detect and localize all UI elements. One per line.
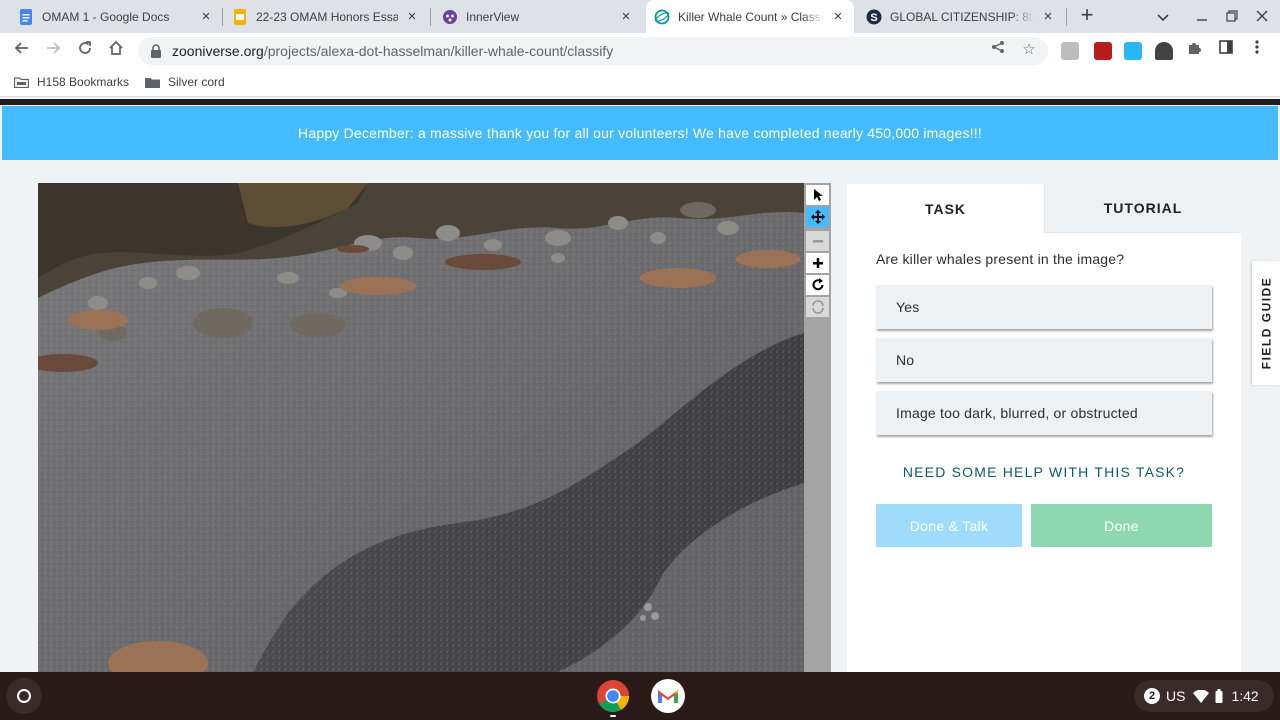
task-question: Are killer whales present in the image? [876, 251, 1125, 267]
done-button[interactable]: Done [1031, 504, 1212, 547]
tab-title: 22-23 OMAM Honors Essay [256, 9, 398, 24]
innerview-icon [442, 9, 458, 25]
banner-text: Happy December: a massive thank you for … [298, 125, 982, 141]
tab-title: InnerView [466, 9, 520, 24]
reset-icon[interactable] [806, 297, 829, 317]
close-tab-icon[interactable]: × [1040, 8, 1056, 25]
tab-title: OMAM 1 - Google Docs [42, 9, 170, 24]
close-tab-icon[interactable]: × [404, 8, 420, 25]
tab-honors-essay[interactable]: 22-23 OMAM Honors Essay × [224, 0, 428, 33]
tab-title: GLOBAL CITIZENSHIP: 8th Hour [890, 9, 1034, 24]
tab-innerview[interactable]: InnerView × [434, 0, 642, 33]
google-slides-icon [232, 8, 248, 25]
extension-shield-icon[interactable] [1094, 42, 1112, 60]
task-panel: TASK TUTORIAL Are killer whales present … [847, 184, 1241, 672]
answer-label: Yes [896, 299, 920, 315]
rotate-icon[interactable] [806, 275, 829, 295]
extensions-puzzle-icon[interactable] [1184, 40, 1204, 60]
launcher-button[interactable] [6, 678, 42, 714]
tab-tutorial[interactable]: TUTORIAL [1044, 184, 1241, 233]
folder-icon [145, 77, 160, 88]
zooniverse-icon [654, 9, 670, 25]
image-toolbar [804, 183, 831, 672]
site-header-strip [0, 99, 1280, 105]
notification-badge: 2 [1144, 688, 1160, 704]
extension-incognito-icon[interactable] [1155, 42, 1173, 60]
restore-icon[interactable] [1222, 7, 1242, 27]
tab-title: Killer Whale Count » Classify [678, 9, 824, 24]
field-guide-label: FIELD GUIDE [1259, 276, 1274, 370]
schoology-icon: S [866, 9, 882, 25]
status-tray[interactable]: 2 US 1:42 [1134, 680, 1274, 712]
folder-icon [14, 76, 29, 88]
back-icon[interactable] [10, 39, 34, 63]
battery-icon [1215, 689, 1223, 703]
more-menu-icon[interactable] [1247, 40, 1267, 60]
gmail-icon[interactable] [650, 678, 686, 714]
close-tab-icon[interactable]: × [830, 8, 846, 25]
bookmarks-bar: H158 Bookmarks Silver cord [0, 69, 1280, 97]
answer-no-button[interactable]: No [876, 338, 1212, 382]
minimize-icon[interactable] [1192, 7, 1212, 27]
tab-google-docs[interactable]: OMAM 1 - Google Docs × [10, 0, 222, 33]
field-guide-tab[interactable]: FIELD GUIDE [1252, 261, 1280, 385]
chrome-icon[interactable] [595, 678, 631, 714]
bookmark-star-icon[interactable]: ☆ [1019, 40, 1039, 60]
url-host: zooniverse.org [172, 43, 264, 59]
home-icon[interactable] [104, 39, 128, 63]
system-shelf: 2 US 1:42 [0, 672, 1280, 720]
move-icon[interactable] [806, 207, 829, 227]
running-indicator [610, 715, 616, 717]
reload-icon[interactable] [73, 39, 97, 63]
task-help-link[interactable]: NEED SOME HELP WITH THIS TASK? [876, 464, 1212, 480]
new-tab-icon[interactable]: + [1076, 4, 1098, 27]
pointer-icon[interactable] [806, 185, 829, 205]
browser-toolbar: zooniverse.org/projects/alexa-dot-hassel… [0, 33, 1280, 69]
close-window-icon[interactable] [1252, 7, 1272, 27]
announcement-banner: Happy December: a massive thank you for … [2, 106, 1278, 160]
subject-image[interactable] [38, 183, 804, 672]
tab-global-citizenship[interactable]: S GLOBAL CITIZENSHIP: 8th Hour × [858, 0, 1064, 33]
lock-icon [151, 44, 161, 58]
share-icon[interactable] [988, 40, 1008, 60]
bookmark-label: H158 Bookmarks [37, 75, 130, 89]
url-path: /projects/alexa-dot-hasselman/killer-wha… [263, 43, 614, 59]
forward-icon[interactable] [41, 39, 65, 63]
extension-cloud-icon[interactable] [1124, 42, 1142, 60]
tab-killer-whale-count[interactable]: Killer Whale Count » Classify × [646, 0, 854, 33]
done-and-talk-button[interactable]: Done & Talk [876, 504, 1022, 547]
clock-time: 1:42 [1231, 688, 1259, 704]
answer-obstructed-button[interactable]: Image too dark, blurred, or obstructed [876, 391, 1212, 435]
extension-copy-icon[interactable] [1061, 42, 1079, 60]
launcher-circle-icon [17, 689, 31, 703]
keyboard-layout: US [1166, 688, 1186, 704]
answer-label: No [896, 352, 915, 368]
svg-text:S: S [870, 12, 877, 24]
address-bar[interactable]: zooniverse.org/projects/alexa-dot-hassel… [138, 37, 1048, 65]
bookmark-silver-cord[interactable]: Silver cord [145, 75, 225, 89]
side-panel-icon[interactable] [1216, 40, 1236, 60]
close-tab-icon[interactable]: × [618, 8, 634, 25]
close-tab-icon[interactable]: × [198, 8, 214, 25]
answer-yes-button[interactable]: Yes [876, 285, 1212, 329]
bookmark-label: Silver cord [168, 75, 225, 89]
beach-photo [38, 183, 804, 672]
chevron-down-icon[interactable] [1153, 7, 1173, 27]
answer-label: Image too dark, blurred, or obstructed [896, 405, 1138, 421]
bookmark-h158[interactable]: H158 Bookmarks [14, 75, 129, 89]
tab-task[interactable]: TASK [847, 184, 1044, 233]
tab-strip: OMAM 1 - Google Docs × 22-23 OMAM Honors… [0, 0, 1280, 33]
google-docs-icon [18, 8, 34, 25]
zoom-out-icon[interactable] [806, 231, 829, 251]
wifi-icon [1193, 689, 1210, 703]
zoom-in-icon[interactable] [806, 253, 829, 273]
